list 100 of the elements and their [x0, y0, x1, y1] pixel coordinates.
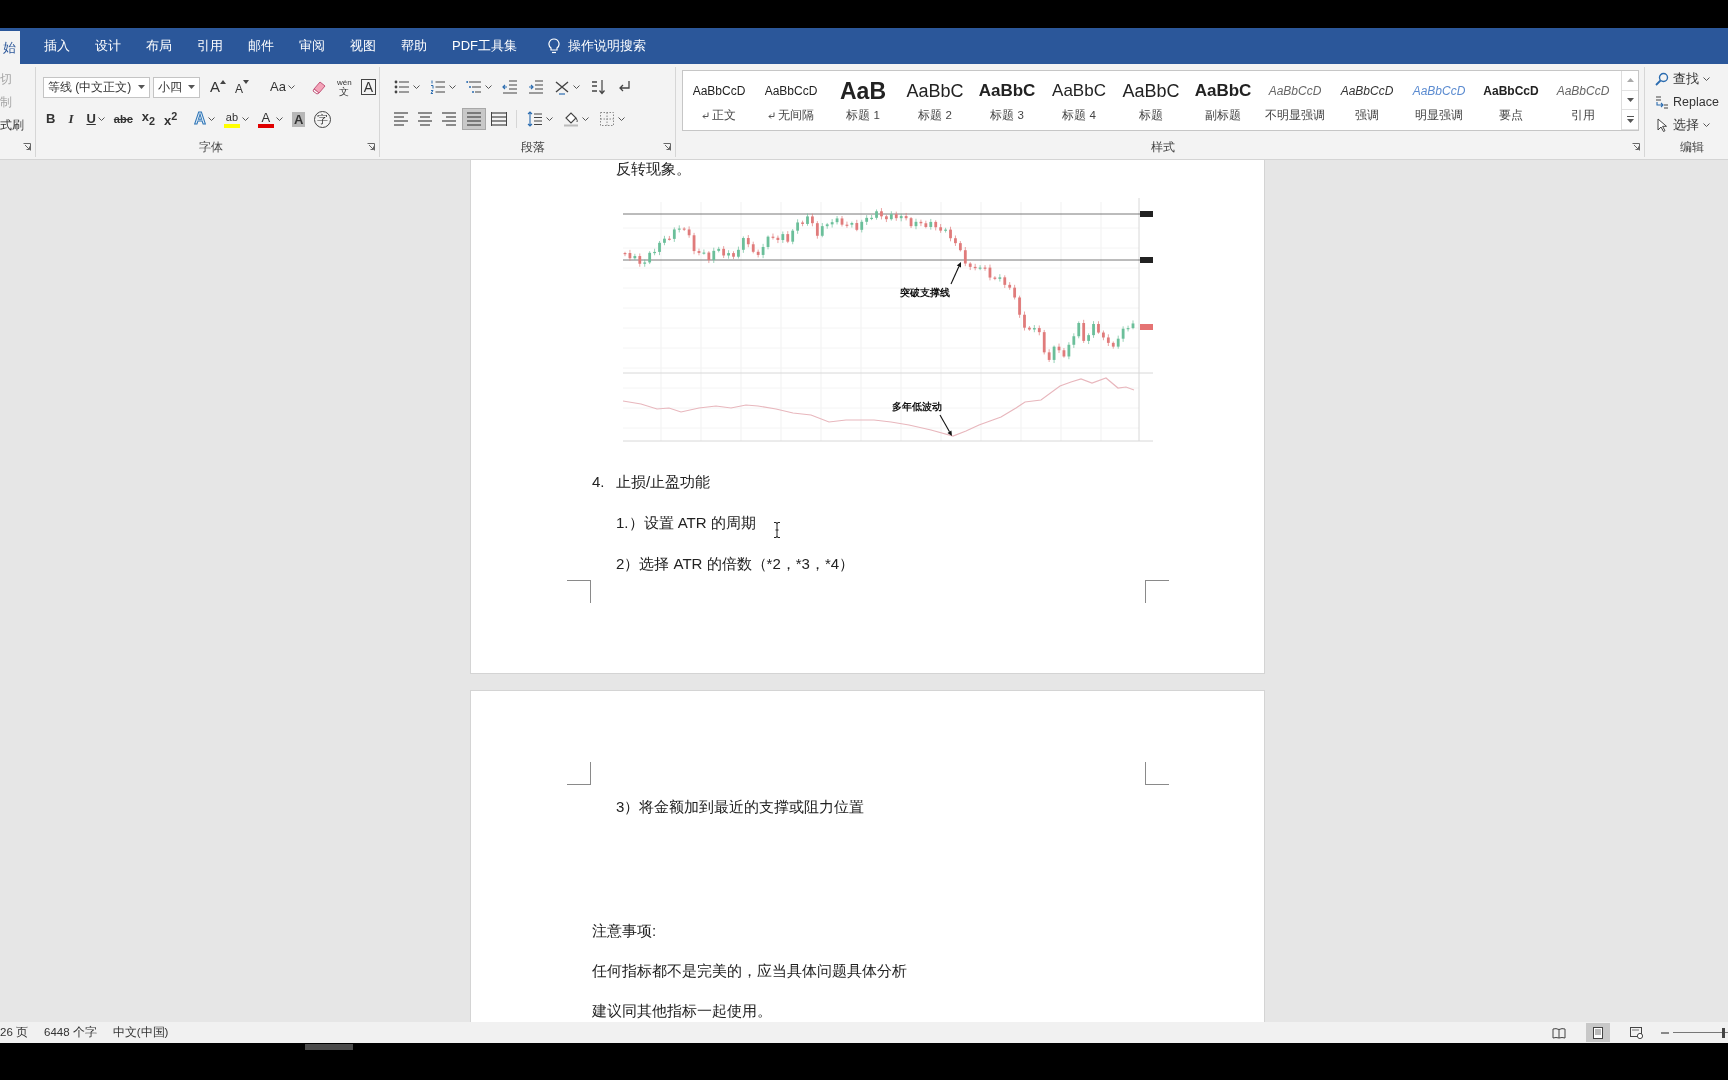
paint-bucket-icon	[563, 111, 579, 127]
down-caret-icon	[1626, 98, 1634, 102]
zoom-out-icon[interactable]	[1661, 1031, 1669, 1034]
sort-icon	[590, 79, 606, 95]
dialog-launcher-icon[interactable]	[23, 143, 31, 151]
language-indicator: 中文(中国)	[112, 1025, 169, 1040]
paragraph-text: 3）将金额加到最近的支撑或阻力位置	[616, 798, 865, 815]
bullet-list-icon	[394, 79, 410, 95]
style-item[interactable]: AaBbC 标题 2	[899, 71, 971, 130]
style-item[interactable]: AaBbC 标题 3	[971, 71, 1043, 130]
caret-icon	[546, 117, 553, 121]
align-center-icon	[417, 111, 433, 127]
subscript-button[interactable]: x$_{2}$	[138, 108, 159, 130]
zoom-slider-thumb[interactable]	[1721, 1027, 1725, 1038]
bold-button[interactable]: B	[43, 108, 59, 130]
style-item[interactable]: AaBbCcD 不明显强调	[1259, 71, 1331, 130]
caret-icon	[287, 85, 295, 89]
replace-button[interactable]: Replace	[1655, 91, 1728, 113]
annotation-arrow	[950, 262, 961, 285]
style-item[interactable]: AaBbCcD 引用	[1547, 71, 1619, 130]
strikethrough-button[interactable]: abc	[110, 108, 136, 130]
tell-me-search[interactable]: 操作说明搜索	[548, 28, 646, 64]
ribbon-tab[interactable]: 插入	[32, 28, 82, 64]
dialog-launcher-icon[interactable]	[367, 143, 375, 151]
style-item[interactable]: AaBbCcD 正文	[683, 71, 755, 130]
caret-icon	[138, 85, 146, 89]
select-button[interactable]: 选择	[1655, 114, 1728, 136]
dialog-launcher-icon[interactable]	[663, 143, 671, 151]
multilevel-list-icon	[466, 79, 482, 95]
ribbon-tab[interactable]: 布局	[134, 28, 184, 64]
italic-button[interactable]: I	[65, 108, 77, 130]
group-label: 段落	[520, 139, 545, 155]
underline-button[interactable]: U	[83, 108, 108, 130]
style-item[interactable]: AaBbC 副标题	[1187, 71, 1259, 130]
decrease-indent-icon	[502, 79, 518, 95]
page-count: 26 页	[0, 1025, 28, 1040]
dialog-launcher-icon[interactable]	[1632, 143, 1640, 151]
find-button[interactable]: 查找	[1655, 68, 1728, 90]
text-cursor-icon	[773, 522, 781, 538]
style-item[interactable]: AaBbCcD 强调	[1331, 71, 1403, 130]
ribbon-tab[interactable]: 帮助	[389, 28, 439, 64]
superscript-button[interactable]: x$^{2}$	[161, 108, 181, 130]
align-left-icon	[393, 111, 409, 127]
caret-icon	[485, 85, 492, 89]
group-label: 样式	[1151, 139, 1175, 155]
shrink-font-button[interactable]: A	[232, 76, 253, 98]
caret-icon	[188, 85, 196, 89]
style-item[interactable]: AaBbC 标题	[1115, 71, 1187, 130]
page-icon	[1591, 1026, 1605, 1039]
format-painter-button[interactable]: 式刷	[0, 114, 35, 136]
style-item[interactable]: AaB 标题 1	[827, 71, 899, 130]
chart-annotation: 多年低波动	[892, 401, 942, 412]
ribbon-tab[interactable]: PDF工具集	[440, 28, 529, 64]
caret-icon	[1703, 77, 1710, 81]
paragraph-text: 注意事项:	[592, 922, 657, 939]
margin-corner-mark	[1145, 762, 1169, 785]
increase-mark-icon	[220, 80, 227, 84]
style-item[interactable]: AaBbCcD 明显强调	[1403, 71, 1475, 130]
print-layout-button[interactable]	[1586, 1023, 1610, 1042]
caret-icon	[582, 117, 589, 121]
grow-font-button[interactable]: A	[207, 76, 230, 98]
font-name-field[interactable]: 等线 (中文正文)	[43, 76, 151, 98]
list-item-text: 止损/止盈功能	[616, 472, 711, 492]
caret-icon	[97, 117, 105, 121]
lightbulb-icon	[548, 38, 560, 54]
margin-corner-mark	[567, 762, 591, 785]
style-item[interactable]: AaBbCcD 无间隔	[755, 71, 827, 130]
ribbon-tab[interactable]: 审阅	[287, 28, 337, 64]
ribbon-tab[interactable]: 邮件	[236, 28, 286, 64]
chart-annotation: 突破支撑线	[900, 287, 950, 298]
caret-icon	[573, 85, 580, 89]
group-label: 编辑	[1679, 139, 1704, 155]
group-label: 字体	[199, 139, 223, 155]
line-spacing-icon	[527, 111, 543, 127]
font-color-button[interactable]: A	[254, 108, 286, 130]
paragraph-text: 1.）设置 ATR 的周期	[616, 514, 756, 531]
ribbon-tab[interactable]: 引用	[185, 28, 235, 64]
caret-icon	[449, 85, 456, 89]
change-case-button[interactable]: Aa	[267, 76, 298, 98]
expand-caret-icon	[1626, 116, 1634, 124]
style-item[interactable]: AaBbC 标题 4	[1043, 71, 1115, 130]
font-size-field[interactable]: 小四	[153, 76, 201, 98]
ribbon-tab[interactable]: 设计	[83, 28, 133, 64]
distributed-icon	[491, 111, 507, 127]
align-right-icon	[441, 111, 457, 127]
crossed-lines-icon	[554, 79, 570, 95]
phonetic-guide-button[interactable]: wén 文	[333, 76, 355, 98]
margin-corner-mark	[1145, 580, 1169, 603]
caret-icon	[275, 117, 283, 121]
justify-icon	[466, 111, 482, 127]
style-item[interactable]: AaBbCcD 要点	[1475, 71, 1547, 130]
up-caret-icon	[1626, 78, 1634, 83]
caret-icon	[618, 117, 625, 121]
pointer-icon	[1655, 118, 1669, 132]
caret-icon	[241, 117, 249, 121]
increase-indent-icon	[528, 79, 544, 95]
ribbon-tab[interactable]: 始	[0, 31, 20, 64]
highlight-button[interactable]: ab	[220, 108, 252, 130]
web-page-icon	[1630, 1026, 1644, 1039]
ribbon-tab[interactable]: 视图	[338, 28, 388, 64]
